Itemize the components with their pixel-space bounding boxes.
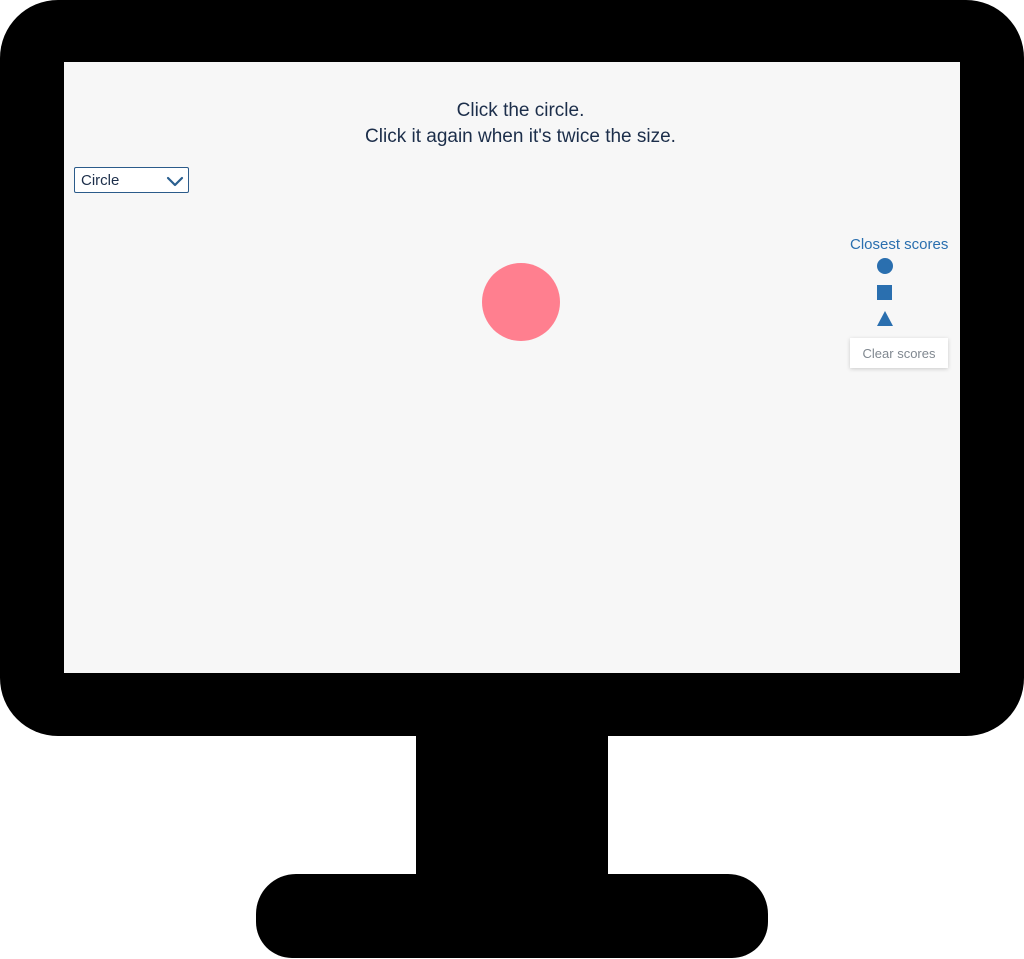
circle-icon [877,258,893,274]
instruction-line-2: Click it again when it's twice the size. [365,126,676,147]
score-row-circle [850,253,948,280]
monitor-neck-curve-left [306,760,416,878]
scores-panel: Closest scores Clear scores [850,236,948,368]
shape-select-value: Circle [81,172,120,189]
game-screen: Click the circle. Click it again when it… [64,62,960,673]
monitor-foot [256,874,768,958]
shape-select[interactable]: Circle [74,167,189,193]
triangle-icon [877,311,893,326]
target-circle[interactable] [482,263,560,341]
score-row-triangle [850,307,948,334]
clear-scores-button[interactable]: Clear scores [850,338,948,368]
score-row-square [850,280,948,307]
monitor-neck-curve-right [608,760,718,878]
instruction-line-1: Click the circle. [456,100,585,121]
scores-title: Closest scores [850,236,949,253]
instructions: Click the circle. Click it again when it… [64,98,960,150]
square-icon [877,285,892,300]
chevron-down-icon [166,176,184,187]
